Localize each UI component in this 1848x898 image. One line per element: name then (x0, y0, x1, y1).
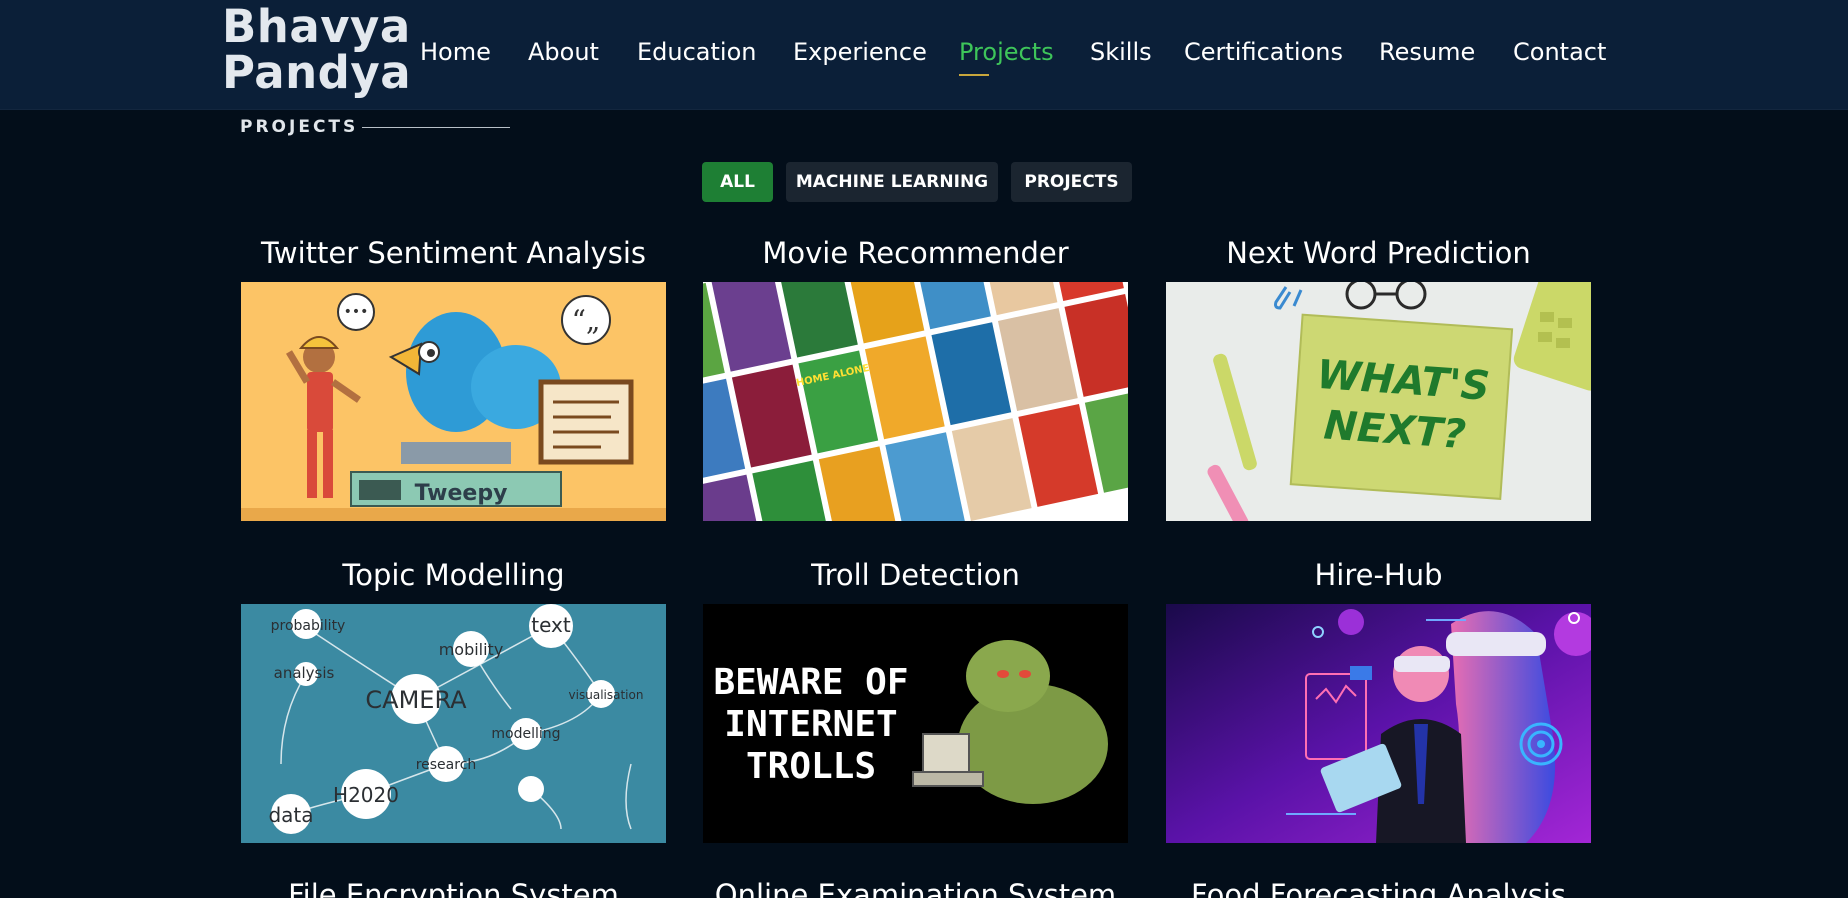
troll-line-3: TROLLS (746, 746, 876, 787)
filter-projects[interactable]: PROJECTS (1011, 162, 1132, 202)
whats-next-illustration: WHAT'S NEXT? (1166, 282, 1591, 521)
word-data: data (268, 803, 313, 827)
project-title-troll[interactable]: Troll Detection (703, 558, 1128, 592)
nav-about[interactable]: About (528, 38, 599, 66)
word-camera: CAMERA (365, 686, 467, 714)
nav-contact[interactable]: Contact (1513, 38, 1606, 66)
word-probability: probability (271, 618, 346, 634)
logo-line-1: Bhavya (222, 0, 411, 53)
nav-active-underline (959, 74, 989, 76)
project-title-file-encryption[interactable]: File Encryption System (241, 878, 666, 898)
troll-line-1: BEWARE OF (713, 662, 908, 703)
movie-posters-illustration: HOME ALONE (703, 282, 1128, 521)
word-h2020: H2020 (333, 783, 399, 807)
logo-line-2: Pandya (222, 46, 412, 99)
nav-resume[interactable]: Resume (1379, 38, 1475, 66)
filter-machine-learning[interactable]: MACHINE LEARNING (786, 162, 998, 202)
project-title-food-forecasting[interactable]: Food Forecasting Analysis (1166, 878, 1591, 898)
word-visualisation: visualisation (569, 688, 644, 702)
project-title-hire-hub[interactable]: Hire-Hub (1166, 558, 1591, 592)
nav-experience[interactable]: Experience (793, 38, 927, 66)
section-title-divider (362, 127, 510, 128)
vr-businessman-illustration (1166, 604, 1591, 843)
project-image-troll[interactable]: BEWARE OF INTERNET TROLLS (703, 604, 1128, 843)
site-logo[interactable]: Bhavya Pandya (222, 4, 411, 96)
project-image-next-word[interactable]: WHAT'S NEXT? (1166, 282, 1591, 521)
svg-text:•••: ••• (344, 304, 369, 320)
word-network-illustration: CAMERA H2020 data text probability analy… (241, 604, 666, 843)
site-header: Bhavya Pandya Home About Education Exper… (0, 0, 1848, 110)
project-title-online-exam[interactable]: Online Examination System (703, 878, 1128, 898)
project-title-movie[interactable]: Movie Recommender (703, 236, 1128, 270)
filter-all[interactable]: ALL (702, 162, 773, 202)
nav-projects[interactable]: Projects (959, 38, 1054, 66)
project-image-hire-hub[interactable] (1166, 604, 1591, 843)
section-title: PROJECTS (240, 117, 359, 137)
project-title-topic[interactable]: Topic Modelling (241, 558, 666, 592)
troll-line-2: INTERNET (724, 704, 897, 745)
nav-certifications[interactable]: Certifications (1184, 38, 1343, 66)
project-title-twitter[interactable]: Twitter Sentiment Analysis (241, 236, 666, 270)
nav-skills[interactable]: Skills (1090, 38, 1152, 66)
tweepy-label: Tweepy (415, 481, 508, 506)
word-mobility: mobility (439, 640, 504, 659)
project-image-movie[interactable]: HOME ALONE (703, 282, 1128, 521)
project-image-topic[interactable]: CAMERA H2020 data text probability analy… (241, 604, 666, 843)
word-analysis: analysis (274, 664, 335, 682)
twitter-illustration: ••• “„ Tweepy (241, 282, 666, 521)
project-image-twitter[interactable]: ••• “„ Tweepy (241, 282, 666, 521)
word-research: research (416, 757, 477, 773)
word-modelling: modelling (491, 726, 560, 742)
word-text: text (531, 613, 571, 637)
nav-home[interactable]: Home (420, 38, 491, 66)
svg-text:“„: “„ (572, 304, 601, 337)
troll-illustration: BEWARE OF INTERNET TROLLS (703, 604, 1128, 843)
nav-education[interactable]: Education (637, 38, 756, 66)
project-title-next-word[interactable]: Next Word Prediction (1166, 236, 1591, 270)
